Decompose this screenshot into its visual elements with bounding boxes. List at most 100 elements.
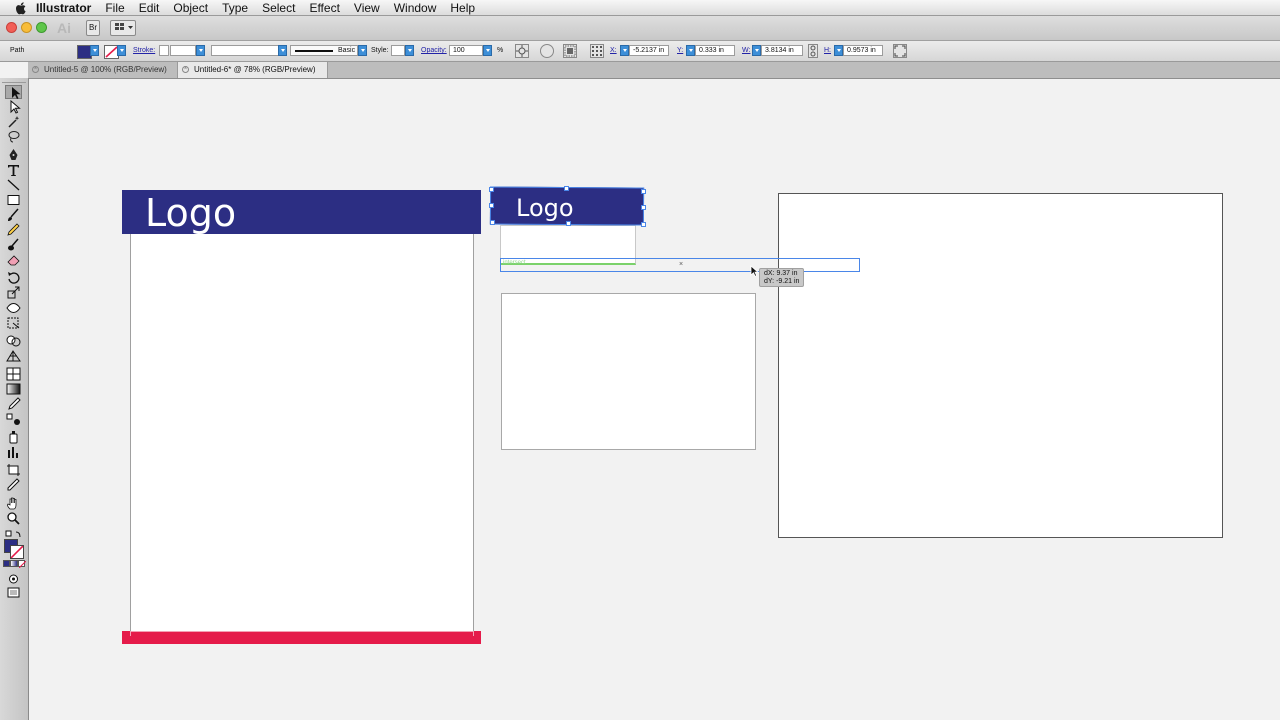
graphic-style-dropdown[interactable] (405, 45, 414, 56)
magic-wand-tool-icon[interactable] (5, 115, 22, 129)
envelope-artboard[interactable] (778, 193, 1223, 538)
minimize-window-button[interactable] (21, 22, 32, 33)
width-tool-icon[interactable] (5, 301, 22, 315)
type-tool-icon[interactable] (5, 163, 22, 177)
selection-handle[interactable] (641, 222, 646, 227)
perspective-grid-tool-icon[interactable] (5, 349, 22, 363)
scale-tool-icon[interactable] (5, 286, 22, 300)
menu-type[interactable]: Type (222, 1, 248, 15)
selection-handle[interactable] (566, 221, 571, 226)
opacity-slider-button[interactable] (483, 45, 492, 56)
opacity-mask-button[interactable] (540, 44, 554, 58)
logo-text[interactable]: Logo (145, 192, 236, 234)
opacity-input[interactable]: 100 (449, 45, 483, 56)
go-to-bridge-button[interactable]: Br (86, 20, 100, 36)
letterhead-artboard[interactable] (130, 193, 474, 636)
opacity-panel-link[interactable]: Opacity: (421, 47, 447, 54)
height-stepper[interactable] (834, 45, 843, 56)
default-fill-stroke-icon[interactable] (5, 528, 22, 538)
zoom-window-button[interactable] (36, 22, 47, 33)
h-label[interactable]: H: (824, 47, 831, 54)
hand-tool-icon[interactable] (5, 496, 22, 510)
zoom-tool-icon[interactable] (5, 511, 22, 525)
menu-edit[interactable]: Edit (139, 1, 160, 15)
screen-mode-icon[interactable] (5, 586, 22, 600)
selection-handle[interactable] (489, 187, 494, 192)
stroke-color-box[interactable] (10, 545, 24, 559)
menu-select[interactable]: Select (262, 1, 295, 15)
y-position-input[interactable]: 0.333 in (695, 45, 735, 56)
arrange-documents-button[interactable] (110, 20, 136, 36)
selection-handle[interactable] (641, 189, 646, 194)
w-label[interactable]: W: (742, 47, 750, 54)
variable-width-profile-dropdown[interactable] (278, 45, 287, 56)
eraser-tool-icon[interactable] (5, 253, 22, 267)
width-stepper[interactable] (752, 45, 761, 56)
stroke-weight-dropdown[interactable] (196, 45, 205, 56)
selection-handle[interactable] (489, 203, 494, 208)
business-card-artboard[interactable] (501, 293, 756, 450)
brush-definition-dropdown[interactable] (358, 45, 367, 56)
direct-selection-tool-icon[interactable] (5, 99, 22, 114)
tools-panel-grip[interactable] (2, 78, 26, 83)
gradient-mode-button[interactable] (10, 560, 18, 567)
rectangle-tool-icon[interactable] (5, 193, 22, 207)
lasso-tool-icon[interactable] (5, 130, 22, 144)
height-input[interactable]: 0.9573 in (843, 45, 883, 56)
line-segment-tool-icon[interactable] (5, 178, 22, 192)
free-transform-tool-icon[interactable] (5, 316, 22, 330)
graphic-style-swatch[interactable] (391, 45, 405, 56)
artboard-tool-icon[interactable] (5, 463, 22, 477)
close-tab-icon[interactable]: × (32, 66, 39, 73)
menu-object[interactable]: Object (173, 1, 208, 15)
selection-tool-icon[interactable] (5, 85, 22, 99)
pencil-tool-icon[interactable] (5, 223, 22, 237)
reference-point-button[interactable] (590, 44, 604, 58)
logo-copy-text[interactable]: Logo (516, 194, 574, 222)
tab-untitled-6[interactable]: × Untitled-6* @ 78% (RGB/Preview) (178, 62, 328, 78)
y-stepper[interactable] (686, 45, 695, 56)
width-input[interactable]: 3.8134 in (761, 45, 803, 56)
menu-file[interactable]: File (105, 1, 124, 15)
color-mode-button[interactable] (3, 560, 11, 567)
symbol-sprayer-tool-icon[interactable] (5, 430, 22, 444)
none-mode-button[interactable] (17, 560, 26, 568)
x-label[interactable]: X: (610, 47, 617, 54)
menu-effect[interactable]: Effect (309, 1, 339, 15)
paintbrush-tool-icon[interactable] (5, 208, 22, 222)
menu-view[interactable]: View (354, 1, 380, 15)
mesh-tool-icon[interactable] (5, 367, 22, 381)
slice-tool-icon[interactable] (5, 478, 22, 492)
brush-definition-select[interactable]: Basic (290, 45, 358, 56)
constrain-proportions-button[interactable] (808, 44, 818, 58)
app-name-menu[interactable]: Illustrator (36, 1, 91, 15)
isolate-group-button[interactable] (893, 44, 907, 58)
tab-untitled-5[interactable]: × Untitled-5 @ 100% (RGB/Preview) (28, 62, 178, 78)
column-graph-tool-icon[interactable] (5, 445, 22, 459)
selection-handle[interactable] (490, 220, 495, 225)
draw-mode-icon[interactable] (5, 572, 22, 586)
gradient-tool-icon[interactable] (5, 382, 22, 396)
apple-menu-icon[interactable] (14, 1, 28, 15)
selection-handle[interactable] (641, 205, 646, 210)
recolor-artwork-button[interactable] (515, 44, 529, 58)
selection-handle[interactable] (564, 186, 569, 191)
y-label[interactable]: Y: (677, 47, 683, 54)
menu-window[interactable]: Window (394, 1, 437, 15)
x-stepper[interactable] (620, 45, 629, 56)
menu-help[interactable]: Help (450, 1, 475, 15)
variable-width-profile-select[interactable] (211, 45, 281, 56)
rotate-tool-icon[interactable] (5, 271, 22, 285)
align-to-button[interactable] (563, 44, 577, 58)
close-tab-icon[interactable]: × (182, 66, 189, 73)
x-position-input[interactable]: -5.2137 in (629, 45, 669, 56)
shape-builder-tool-icon[interactable] (5, 334, 22, 348)
stroke-color-dropdown[interactable] (117, 45, 126, 56)
stroke-weight-input[interactable] (170, 45, 196, 56)
eyedropper-tool-icon[interactable] (5, 397, 22, 411)
blend-tool-icon[interactable] (5, 412, 22, 426)
fill-color-dropdown[interactable] (90, 45, 99, 56)
artboard-canvas[interactable]: Logo Logo intersect × dX: 9.37 in dY: -9… (29, 79, 1280, 720)
stroke-panel-link[interactable]: Stroke: (133, 47, 155, 54)
pen-tool-icon[interactable] (5, 148, 22, 162)
